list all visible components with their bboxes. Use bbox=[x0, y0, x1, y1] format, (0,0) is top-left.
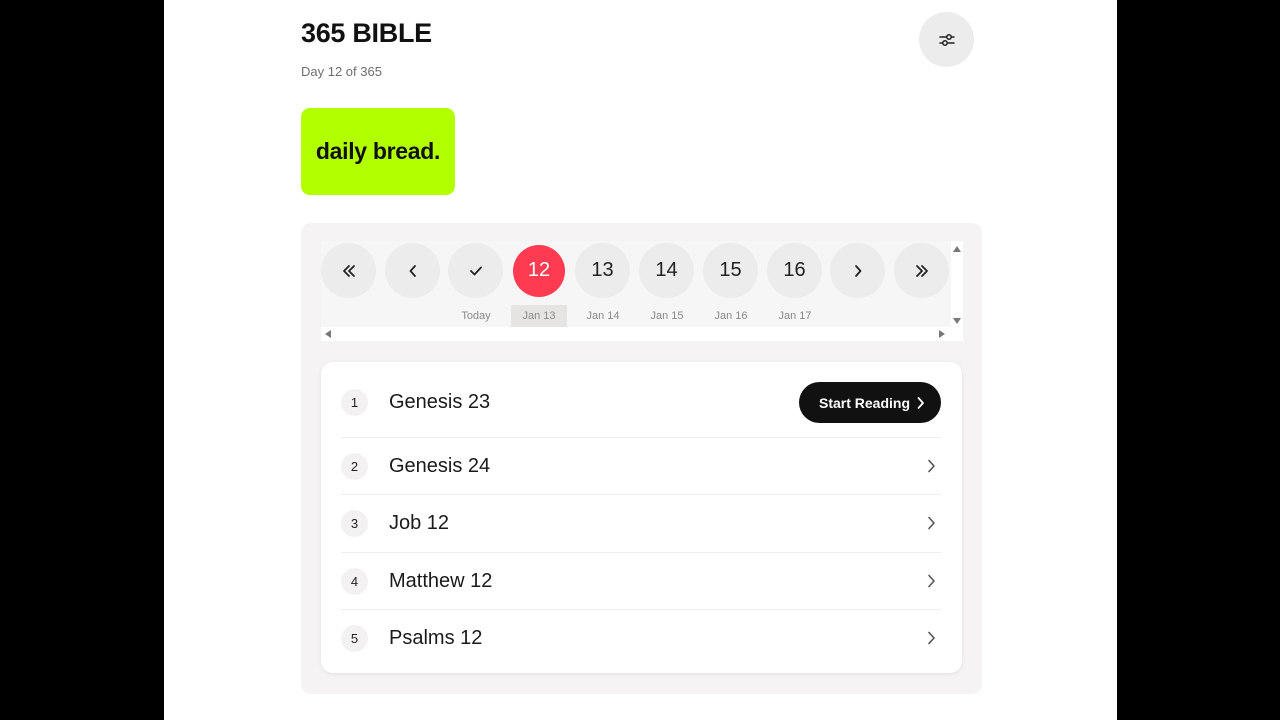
divider bbox=[341, 609, 941, 610]
chevron-right-icon bbox=[921, 513, 941, 533]
reading-item[interactable]: 3 Job 12 bbox=[341, 509, 941, 537]
day-date-label: Jan 15 bbox=[650, 310, 684, 322]
reading-list: 1 Genesis 23 Start Reading 2 Genesis 24 bbox=[321, 362, 962, 673]
day-progress: Day 12 of 365 bbox=[301, 64, 382, 79]
chevron-left-icon bbox=[409, 264, 416, 277]
scroll-up-arrow-icon[interactable] bbox=[953, 246, 961, 252]
chevron-right-icon bbox=[921, 628, 941, 648]
day-selector: Today 12 Jan 13 13 Jan 14 14 Jan 15 15 J… bbox=[321, 241, 963, 341]
day-button[interactable]: 15 bbox=[703, 243, 758, 298]
sliders-icon bbox=[938, 33, 955, 46]
day-selector-track: Today 12 Jan 13 13 Jan 14 14 Jan 15 15 J… bbox=[321, 241, 951, 327]
day-button[interactable]: 13 bbox=[575, 243, 630, 298]
day-date-label: Jan 13 bbox=[511, 305, 567, 327]
next-day-button[interactable] bbox=[830, 243, 885, 298]
day-date-label: Jan 16 bbox=[714, 310, 748, 322]
start-reading-label: Start Reading bbox=[818, 394, 910, 411]
chevron-right-icon bbox=[921, 456, 941, 476]
scroll-right-arrow-icon[interactable] bbox=[939, 330, 945, 338]
reading-title: Job 12 bbox=[389, 511, 450, 534]
reading-item[interactable]: 4 Matthew 12 bbox=[341, 567, 941, 595]
reading-number: 5 bbox=[341, 624, 368, 652]
divider bbox=[341, 437, 941, 438]
first-day-button[interactable] bbox=[321, 243, 376, 298]
scroll-down-arrow-icon[interactable] bbox=[953, 318, 961, 324]
page-title: 365 BIBLE bbox=[301, 18, 432, 48]
reading-title: Psalms 12 bbox=[389, 626, 483, 649]
reading-number: 4 bbox=[341, 567, 368, 595]
last-day-button[interactable] bbox=[894, 243, 949, 298]
scroll-left-arrow-icon[interactable] bbox=[325, 330, 331, 338]
chevron-right-icon bbox=[921, 571, 941, 591]
reading-title: Matthew 12 bbox=[389, 569, 493, 592]
start-reading-button[interactable]: Start Reading bbox=[798, 382, 941, 423]
reading-panel: Today 12 Jan 13 13 Jan 14 14 Jan 15 15 J… bbox=[301, 223, 982, 694]
horizontal-scrollbar[interactable] bbox=[321, 327, 963, 341]
reading-number: 1 bbox=[341, 389, 368, 416]
reading-item[interactable]: 2 Genesis 24 bbox=[341, 452, 941, 480]
divider bbox=[341, 494, 941, 495]
day-date-label: Jan 17 bbox=[778, 310, 812, 322]
double-chevron-left-icon bbox=[342, 264, 355, 277]
settings-button[interactable] bbox=[919, 12, 974, 67]
day-button[interactable]: 14 bbox=[639, 243, 694, 298]
day-button[interactable]: 16 bbox=[767, 243, 822, 298]
chevron-right-icon bbox=[917, 396, 924, 409]
check-icon bbox=[469, 266, 482, 275]
divider bbox=[341, 552, 941, 553]
previous-day-button[interactable] bbox=[385, 243, 440, 298]
today-button[interactable] bbox=[448, 243, 503, 298]
today-label: Today bbox=[461, 310, 491, 322]
chevron-right-icon bbox=[854, 264, 861, 277]
brand-badge: daily bread. bbox=[301, 108, 455, 195]
reading-number: 2 bbox=[341, 452, 368, 480]
day-date-label: Jan 14 bbox=[586, 310, 620, 322]
reading-item[interactable]: 5 Psalms 12 bbox=[341, 624, 941, 652]
brand-label: daily bread. bbox=[315, 138, 441, 164]
reading-number: 3 bbox=[341, 509, 368, 537]
reading-title: Genesis 23 bbox=[389, 391, 491, 413]
reading-title: Genesis 24 bbox=[389, 454, 491, 477]
vertical-scrollbar[interactable] bbox=[951, 241, 963, 327]
reading-item[interactable]: 1 Genesis 23 Start Reading bbox=[341, 382, 941, 423]
day-button-selected[interactable]: 12 bbox=[513, 244, 565, 297]
app-page: 365 BIBLE Day 12 of 365 daily bread. Tod… bbox=[164, 0, 1117, 720]
double-chevron-right-icon bbox=[915, 264, 928, 277]
